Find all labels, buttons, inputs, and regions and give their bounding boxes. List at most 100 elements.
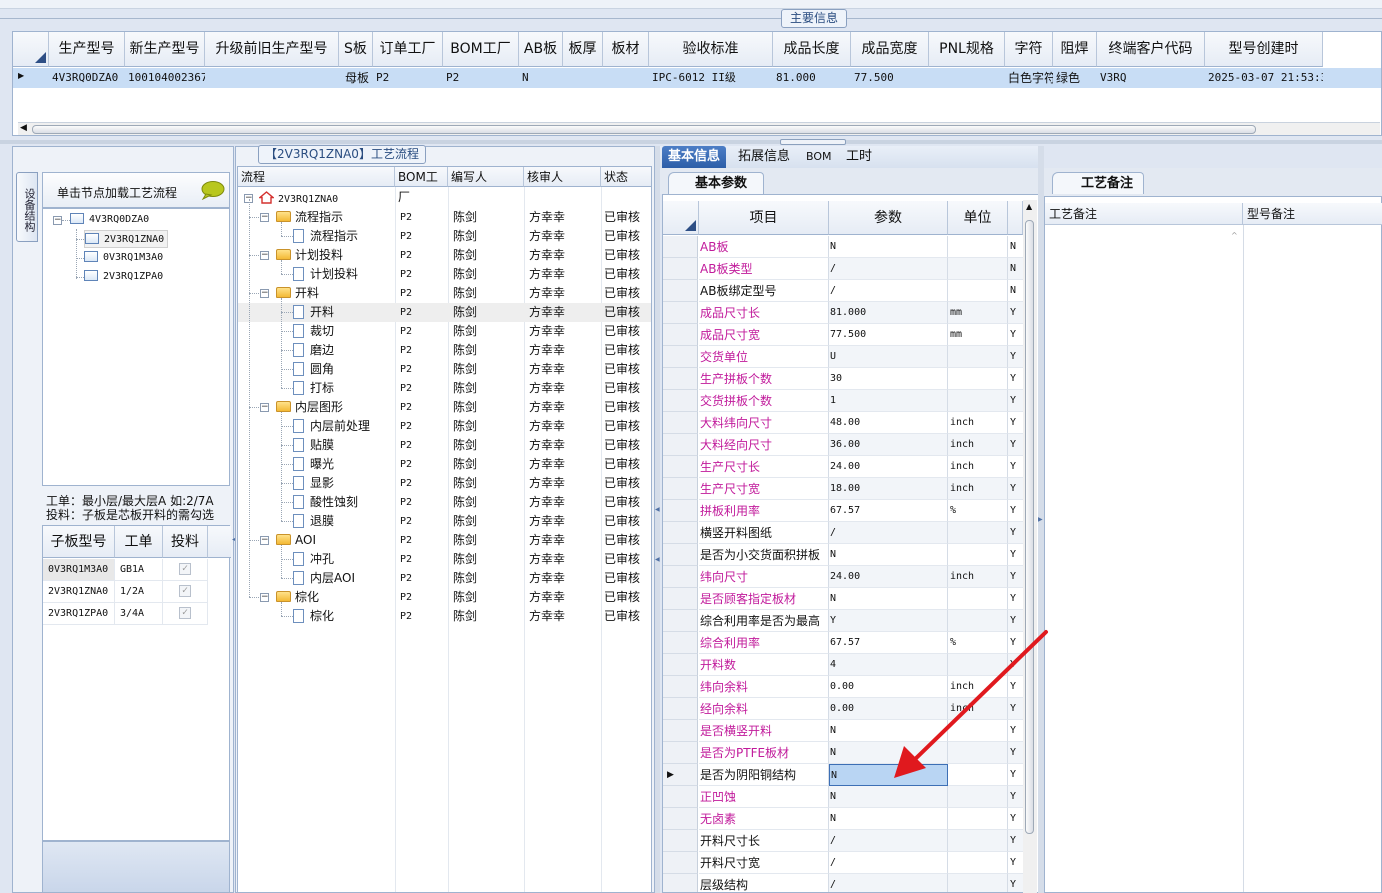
col-header-reviewer[interactable]: 核审人 [524, 167, 601, 187]
collapse-toggle-icon[interactable]: − [260, 251, 269, 260]
param-value[interactable]: 30 [829, 368, 948, 390]
process-step-row[interactable]: 流程指示 P2 陈剑 方幸幸 已审核 [238, 227, 651, 246]
param-row[interactable]: 开料尺寸宽 / Y [663, 852, 1023, 874]
col-header-process-notes[interactable]: 工艺备注 [1045, 203, 1243, 225]
sub-board-model[interactable]: 2V3RQ1ZPA0 [43, 603, 115, 625]
model-tree[interactable]: − 4V3RQ0DZA0 2V3RQ1ZNA0 0V3RQ1M3A0 2V3RQ… [42, 208, 230, 486]
param-value[interactable]: / [829, 522, 948, 544]
table-cell[interactable]: V3RQ [1097, 68, 1205, 88]
table-cell[interactable] [205, 68, 339, 88]
row-indicator[interactable] [663, 522, 698, 544]
param-value[interactable]: / [829, 852, 948, 874]
row-indicator[interactable] [663, 258, 698, 280]
col-header-5[interactable]: BOM工厂 [443, 32, 519, 67]
row-indicator[interactable] [663, 698, 698, 720]
table-cell[interactable] [929, 68, 1005, 88]
col-header-16[interactable]: 型号创建时 [1205, 32, 1323, 67]
process-step-row[interactable]: 圆角 P2 陈剑 方幸幸 已审核 [238, 360, 651, 379]
table-cell[interactable]: 10010400236722 [125, 68, 205, 88]
row-indicator[interactable] [663, 324, 698, 346]
param-row[interactable]: 是否顾客指定板材 N Y [663, 588, 1023, 610]
feed-checkbox[interactable]: ✓ [179, 563, 191, 575]
sub-board-grid[interactable]: 子板型号 工单 投料 0V3RQ1M3A0 GB1A ✓ 2V3RQ1ZNA0 1/2A… [42, 525, 231, 841]
col-header-param[interactable]: 参数 [829, 201, 948, 235]
collapse-toggle-icon[interactable]: − [260, 403, 269, 412]
col-header-sub-model[interactable]: 子板型号 [43, 526, 115, 558]
col-header-item[interactable]: 项目 [699, 201, 829, 235]
param-value[interactable]: U [829, 346, 948, 368]
tab-work-hours[interactable]: 工时 [840, 146, 878, 168]
row-indicator[interactable] [663, 500, 698, 522]
process-step-row[interactable]: 内层AOI P2 陈剑 方幸幸 已审核 [238, 569, 651, 588]
col-header-6[interactable]: AB板 [519, 32, 563, 67]
process-step-row[interactable]: 曝光 P2 陈剑 方幸幸 已审核 [238, 455, 651, 474]
table-cell[interactable]: P2 [373, 68, 443, 88]
process-grid[interactable]: 流程 BOM工厂 编写人 核审人 状态 − 2V3RQ1ZNA0 − 流程指示 P2… [237, 166, 652, 893]
col-header-feed[interactable]: 投料 [163, 526, 208, 558]
tab-bom[interactable]: BOM [800, 146, 838, 168]
row-indicator[interactable] [663, 742, 698, 764]
process-step-row[interactable]: 贴膜 P2 陈剑 方幸幸 已审核 [238, 436, 651, 455]
collapse-toggle-icon[interactable]: − [260, 593, 269, 602]
row-indicator[interactable]: ▶ [663, 764, 698, 786]
param-value[interactable]: N [829, 544, 948, 566]
param-row[interactable]: 无卤素 N Y [663, 808, 1023, 830]
col-header-15[interactable]: 终端客户代码 [1097, 32, 1205, 67]
param-row[interactable]: AB板类型 / N [663, 258, 1023, 280]
collapse-toggle-icon[interactable]: − [260, 213, 269, 222]
table-cell[interactable]: N [519, 68, 563, 88]
hscroll-thumb[interactable] [32, 125, 1256, 134]
param-row[interactable]: 层级结构 / Y [663, 874, 1023, 892]
param-value[interactable]: 81.000 [829, 302, 948, 324]
side-tab-equipment[interactable]: 设备结构 [16, 172, 38, 242]
col-header-unit[interactable]: 单位 [948, 201, 1008, 235]
process-step-row[interactable]: 计划投料 P2 陈剑 方幸幸 已审核 [238, 265, 651, 284]
param-row[interactable]: 成品尺寸长 81.000 mm Y [663, 302, 1023, 324]
horizontal-splitter[interactable] [0, 140, 1382, 144]
col-header-bom-factory[interactable]: BOM工厂 [395, 167, 448, 204]
sub-board-model[interactable]: 0V3RQ1M3A0 [43, 559, 115, 581]
row-indicator[interactable] [663, 610, 698, 632]
row-indicator[interactable] [663, 874, 698, 892]
col-header-process[interactable]: 流程 [238, 167, 395, 187]
row-indicator[interactable] [663, 478, 698, 500]
col-header-7[interactable]: 板厚 [563, 32, 603, 67]
table-cell[interactable]: IPC-6012 II级 [649, 68, 773, 88]
speech-bubble-icon[interactable] [199, 180, 225, 200]
param-row[interactable]: 横竖开料图纸 / Y [663, 522, 1023, 544]
main-info-grid[interactable]: 生产型号 新生产型号 升级前旧生产型号 S板 订单工厂 BOM工厂 AB板 板厚 板材 验收标准成… [12, 31, 1382, 136]
scroll-up-icon[interactable]: ▲ [1026, 202, 1032, 211]
sub-board-order[interactable]: GB1A [115, 559, 163, 581]
process-step-row[interactable]: 开料 P2 陈剑 方幸幸 已审核 [238, 303, 651, 322]
param-value[interactable]: N [829, 588, 948, 610]
tree-node-child-2[interactable]: 0V3RQ1M3A0 [84, 249, 163, 267]
param-value[interactable]: / [829, 280, 948, 302]
param-value[interactable]: 77.500 [829, 324, 948, 346]
param-row[interactable]: AB板绑定型号 / N [663, 280, 1023, 302]
row-indicator[interactable] [663, 302, 698, 324]
row-indicator[interactable] [663, 654, 698, 676]
table-cell[interactable]: 2025-03-07 21:53:39 [1205, 68, 1323, 88]
tree-node-child-3[interactable]: 2V3RQ1ZPA0 [84, 268, 163, 286]
row-indicator[interactable] [663, 544, 698, 566]
row-indicator[interactable] [663, 830, 698, 852]
param-value[interactable]: N [829, 808, 948, 830]
row-indicator[interactable] [663, 676, 698, 698]
param-value[interactable]: / [829, 258, 948, 280]
collapse-toggle-icon[interactable]: − [260, 289, 269, 298]
process-group-row[interactable]: − AOI P2 陈剑 方幸幸 已审核 [238, 531, 651, 550]
col-header-11[interactable]: 成品宽度 [851, 32, 929, 67]
process-step-row[interactable]: 内层前处理 P2 陈剑 方幸幸 已审核 [238, 417, 651, 436]
process-group-row[interactable]: − 棕化 P2 陈剑 方幸幸 已审核 [238, 588, 651, 607]
grid-corner[interactable] [663, 201, 699, 235]
col-header-10[interactable]: 成品长度 [773, 32, 851, 67]
param-value[interactable]: 67.57 [829, 500, 948, 522]
tab-basic-params[interactable]: 基本参数 [668, 172, 764, 194]
param-row[interactable]: 开料尺寸长 / Y [663, 830, 1023, 852]
row-indicator[interactable] [663, 412, 698, 434]
table-cell[interactable]: 4V3RQ0DZA0 [49, 68, 125, 88]
grid-corner[interactable] [13, 32, 49, 67]
row-indicator[interactable] [663, 346, 698, 368]
col-header-4[interactable]: 订单工厂 [373, 32, 443, 67]
param-row[interactable]: AB板 N N [663, 236, 1023, 258]
